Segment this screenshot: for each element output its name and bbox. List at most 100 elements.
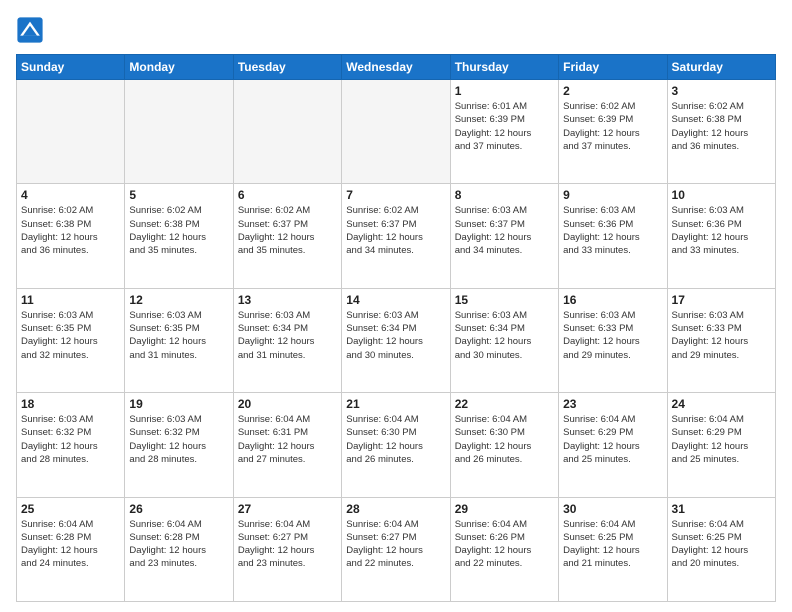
day-number: 30: [563, 502, 662, 516]
day-info: Sunrise: 6:03 AM Sunset: 6:35 PM Dayligh…: [21, 309, 120, 362]
day-number: 15: [455, 293, 554, 307]
col-wednesday: Wednesday: [342, 55, 450, 80]
day-info: Sunrise: 6:03 AM Sunset: 6:34 PM Dayligh…: [346, 309, 445, 362]
day-info: Sunrise: 6:04 AM Sunset: 6:30 PM Dayligh…: [346, 413, 445, 466]
calendar-cell: 2 Sunrise: 6:02 AM Sunset: 6:39 PM Daylig…: [559, 80, 667, 184]
day-info: Sunrise: 6:04 AM Sunset: 6:25 PM Dayligh…: [672, 518, 771, 571]
calendar-cell: 17 Sunrise: 6:03 AM Sunset: 6:33 PM Dayli…: [667, 288, 775, 392]
calendar-cell: 20Sunrise: 6:04 AM Sunset: 6:31 PM Dayli…: [233, 393, 341, 497]
calendar-cell: 5 Sunrise: 6:02 AM Sunset: 6:38 PM Daylig…: [125, 184, 233, 288]
logo: [16, 16, 50, 44]
col-tuesday: Tuesday: [233, 55, 341, 80]
day-number: 25: [21, 502, 120, 516]
logo-icon: [16, 16, 44, 44]
calendar-cell: 19 Sunrise: 6:03 AM Sunset: 6:32 PM Dayli…: [125, 393, 233, 497]
day-info: Sunrise: 6:03 AM Sunset: 6:33 PM Dayligh…: [672, 309, 771, 362]
day-number: 12: [129, 293, 228, 307]
day-info: Sunrise: 6:03 AM Sunset: 6:36 PM Dayligh…: [672, 204, 771, 257]
day-number: 29: [455, 502, 554, 516]
day-info: Sunrise: 6:03 AM Sunset: 6:32 PM Dayligh…: [21, 413, 120, 466]
day-info: Sunrise: 6:04 AM Sunset: 6:26 PM Dayligh…: [455, 518, 554, 571]
day-number: 17: [672, 293, 771, 307]
calendar-cell: 10 Sunrise: 6:03 AM Sunset: 6:36 PM Dayli…: [667, 184, 775, 288]
day-number: 5: [129, 188, 228, 202]
day-number: 24: [672, 397, 771, 411]
day-info: Sunrise: 6:02 AM Sunset: 6:37 PM Dayligh…: [346, 204, 445, 257]
day-info: Sunrise: 6:02 AM Sunset: 6:38 PM Dayligh…: [129, 204, 228, 257]
day-info: Sunrise: 6:04 AM Sunset: 6:30 PM Dayligh…: [455, 413, 554, 466]
page: Sunday Monday Tuesday Wednesday Thursday…: [0, 0, 792, 612]
calendar-cell: 13 Sunrise: 6:03 AM Sunset: 6:34 PM Dayli…: [233, 288, 341, 392]
day-number: 7: [346, 188, 445, 202]
col-saturday: Saturday: [667, 55, 775, 80]
day-info: Sunrise: 6:02 AM Sunset: 6:37 PM Dayligh…: [238, 204, 337, 257]
calendar-cell: 1 Sunrise: 6:01 AM Sunset: 6:39 PM Daylig…: [450, 80, 558, 184]
day-info: Sunrise: 6:04 AM Sunset: 6:29 PM Dayligh…: [563, 413, 662, 466]
calendar-cell: 23Sunrise: 6:04 AM Sunset: 6:29 PM Dayli…: [559, 393, 667, 497]
day-info: Sunrise: 6:03 AM Sunset: 6:35 PM Dayligh…: [129, 309, 228, 362]
day-info: Sunrise: 6:01 AM Sunset: 6:39 PM Dayligh…: [455, 100, 554, 153]
calendar-cell: [233, 80, 341, 184]
day-info: Sunrise: 6:03 AM Sunset: 6:34 PM Dayligh…: [455, 309, 554, 362]
calendar-cell: 22 Sunrise: 6:04 AM Sunset: 6:30 PM Dayli…: [450, 393, 558, 497]
col-monday: Monday: [125, 55, 233, 80]
calendar-cell: 7 Sunrise: 6:02 AM Sunset: 6:37 PM Daylig…: [342, 184, 450, 288]
calendar-week-3: 11 Sunrise: 6:03 AM Sunset: 6:35 PM Dayli…: [17, 288, 776, 392]
day-info: Sunrise: 6:04 AM Sunset: 6:28 PM Dayligh…: [21, 518, 120, 571]
calendar-cell: 3 Sunrise: 6:02 AM Sunset: 6:38 PM Daylig…: [667, 80, 775, 184]
day-info: Sunrise: 6:03 AM Sunset: 6:34 PM Dayligh…: [238, 309, 337, 362]
calendar-cell: 27Sunrise: 6:04 AM Sunset: 6:27 PM Dayli…: [233, 497, 341, 601]
calendar-cell: 30 Sunrise: 6:04 AM Sunset: 6:25 PM Dayli…: [559, 497, 667, 601]
calendar-cell: 29 Sunrise: 6:04 AM Sunset: 6:26 PM Dayli…: [450, 497, 558, 601]
day-number: 13: [238, 293, 337, 307]
day-info: Sunrise: 6:04 AM Sunset: 6:27 PM Dayligh…: [346, 518, 445, 571]
calendar-week-5: 25 Sunrise: 6:04 AM Sunset: 6:28 PM Dayli…: [17, 497, 776, 601]
day-number: 27: [238, 502, 337, 516]
day-number: 14: [346, 293, 445, 307]
day-info: Sunrise: 6:02 AM Sunset: 6:38 PM Dayligh…: [672, 100, 771, 153]
calendar-cell: 11 Sunrise: 6:03 AM Sunset: 6:35 PM Dayli…: [17, 288, 125, 392]
day-number: 1: [455, 84, 554, 98]
day-number: 3: [672, 84, 771, 98]
calendar-cell: 24 Sunrise: 6:04 AM Sunset: 6:29 PM Dayli…: [667, 393, 775, 497]
calendar-cell: 6 Sunrise: 6:02 AM Sunset: 6:37 PM Daylig…: [233, 184, 341, 288]
day-number: 9: [563, 188, 662, 202]
calendar-week-4: 18 Sunrise: 6:03 AM Sunset: 6:32 PM Dayli…: [17, 393, 776, 497]
day-number: 22: [455, 397, 554, 411]
day-info: Sunrise: 6:03 AM Sunset: 6:32 PM Dayligh…: [129, 413, 228, 466]
calendar-cell: 31 Sunrise: 6:04 AM Sunset: 6:25 PM Dayli…: [667, 497, 775, 601]
day-number: 6: [238, 188, 337, 202]
day-number: 31: [672, 502, 771, 516]
day-info: Sunrise: 6:04 AM Sunset: 6:25 PM Dayligh…: [563, 518, 662, 571]
calendar-header: Sunday Monday Tuesday Wednesday Thursday…: [17, 55, 776, 80]
day-number: 28: [346, 502, 445, 516]
calendar-cell: 26 Sunrise: 6:04 AM Sunset: 6:28 PM Dayli…: [125, 497, 233, 601]
day-number: 19: [129, 397, 228, 411]
day-info: Sunrise: 6:02 AM Sunset: 6:39 PM Dayligh…: [563, 100, 662, 153]
day-info: Sunrise: 6:04 AM Sunset: 6:31 PM Dayligh…: [238, 413, 337, 466]
calendar-body: 1 Sunrise: 6:01 AM Sunset: 6:39 PM Daylig…: [17, 80, 776, 602]
day-number: 18: [21, 397, 120, 411]
calendar-cell: 18 Sunrise: 6:03 AM Sunset: 6:32 PM Dayli…: [17, 393, 125, 497]
day-number: 2: [563, 84, 662, 98]
calendar-cell: 8Sunrise: 6:03 AM Sunset: 6:37 PM Daylig…: [450, 184, 558, 288]
calendar-table: Sunday Monday Tuesday Wednesday Thursday…: [16, 54, 776, 602]
day-number: 10: [672, 188, 771, 202]
header-row: Sunday Monday Tuesday Wednesday Thursday…: [17, 55, 776, 80]
day-number: 4: [21, 188, 120, 202]
day-info: Sunrise: 6:03 AM Sunset: 6:36 PM Dayligh…: [563, 204, 662, 257]
day-number: 11: [21, 293, 120, 307]
col-thursday: Thursday: [450, 55, 558, 80]
calendar-cell: [125, 80, 233, 184]
day-info: Sunrise: 6:04 AM Sunset: 6:29 PM Dayligh…: [672, 413, 771, 466]
calendar-week-2: 4 Sunrise: 6:02 AM Sunset: 6:38 PM Daylig…: [17, 184, 776, 288]
col-friday: Friday: [559, 55, 667, 80]
day-number: 8: [455, 188, 554, 202]
calendar-week-1: 1 Sunrise: 6:01 AM Sunset: 6:39 PM Daylig…: [17, 80, 776, 184]
day-number: 26: [129, 502, 228, 516]
calendar-cell: 16Sunrise: 6:03 AM Sunset: 6:33 PM Dayli…: [559, 288, 667, 392]
day-info: Sunrise: 6:04 AM Sunset: 6:28 PM Dayligh…: [129, 518, 228, 571]
calendar-cell: 25 Sunrise: 6:04 AM Sunset: 6:28 PM Dayli…: [17, 497, 125, 601]
header: [16, 16, 776, 44]
calendar-cell: 12 Sunrise: 6:03 AM Sunset: 6:35 PM Dayli…: [125, 288, 233, 392]
